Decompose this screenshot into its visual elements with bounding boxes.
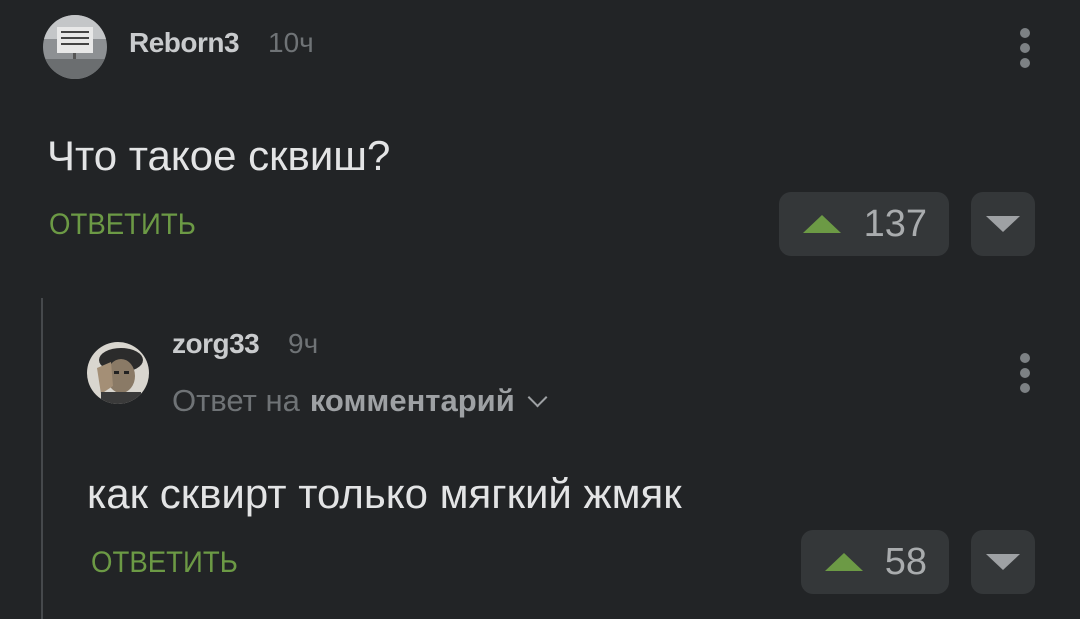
author-name[interactable]: zorg33	[172, 328, 260, 360]
upvote-arrow-icon	[803, 215, 841, 233]
comments-page: Reborn3 10ч Что такое сквиш? ОТВЕТИТЬ 13…	[0, 0, 1080, 619]
reply-button[interactable]: ОТВЕТИТЬ	[49, 208, 196, 242]
more-options-icon[interactable]	[1018, 28, 1032, 68]
upvote-button[interactable]: 137	[779, 192, 949, 256]
downvote-button[interactable]	[971, 530, 1035, 594]
upvote-button[interactable]: 58	[801, 530, 949, 594]
avatar-image	[87, 342, 149, 404]
downvote-button[interactable]	[971, 192, 1035, 256]
downvote-arrow-icon	[986, 216, 1020, 232]
chevron-down-icon[interactable]	[527, 387, 548, 408]
rating-count: 58	[884, 540, 927, 583]
comment-text: Что такое сквиш?	[47, 132, 391, 179]
timestamp: 9ч	[288, 328, 319, 359]
avatar-image	[43, 15, 107, 79]
timestamp: 10ч	[268, 27, 314, 58]
rating-count: 137	[863, 202, 927, 245]
downvote-arrow-icon	[986, 554, 1020, 570]
upvote-arrow-icon	[825, 553, 863, 571]
comment-text: как сквирт только мягкий жмяк	[87, 470, 682, 517]
avatar[interactable]	[87, 342, 149, 404]
thread-line	[41, 298, 43, 619]
more-options-icon[interactable]	[1018, 353, 1032, 393]
author-name[interactable]: Reborn3	[129, 27, 240, 59]
reply-button[interactable]: ОТВЕТИТЬ	[91, 546, 238, 580]
reply-to-link[interactable]: комментарий	[310, 383, 515, 419]
reply-to-prefix: Ответ на	[172, 383, 300, 418]
avatar[interactable]	[43, 15, 107, 79]
reply-to-info[interactable]: Ответ на комментарий	[172, 383, 548, 419]
